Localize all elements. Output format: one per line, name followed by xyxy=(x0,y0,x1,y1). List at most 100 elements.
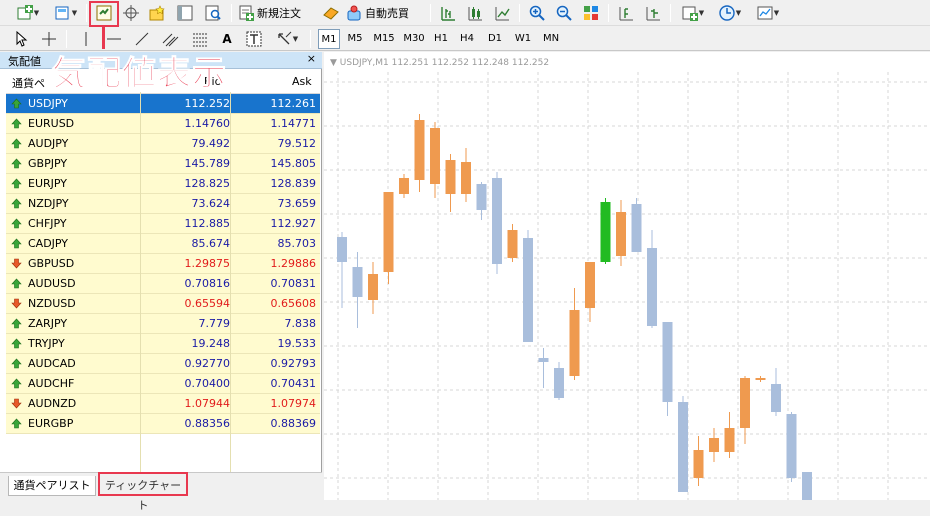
star-folder-icon xyxy=(149,5,165,21)
candle-body xyxy=(461,162,471,194)
toolbar-separator xyxy=(430,4,431,22)
cursor-button[interactable] xyxy=(12,29,32,49)
profiles-button[interactable]: ▼ xyxy=(50,3,82,23)
market-watch-panel: 気配値 × 通貨ペ Bid Ask USDJPY 112.252 112.261 EU… xyxy=(0,52,322,512)
navigator-button[interactable] xyxy=(146,3,168,23)
candle-body xyxy=(430,128,440,184)
candle-body xyxy=(337,237,347,262)
annotation-label: 気配値表示 xyxy=(52,54,227,95)
dropdown-arrow-icon: ▼ xyxy=(735,9,742,17)
strategy-tester-button[interactable] xyxy=(202,3,224,23)
terminal-button[interactable] xyxy=(174,3,196,23)
close-icon[interactable]: × xyxy=(307,52,316,65)
symbol-cell: AUDUSD xyxy=(28,277,76,290)
text-label-button[interactable] xyxy=(244,29,264,49)
text-a-icon: A xyxy=(222,32,232,46)
timeframe-d1[interactable]: D1 xyxy=(484,29,506,49)
line-chart-button[interactable] xyxy=(491,3,513,23)
column-header-ask[interactable]: Ask xyxy=(292,75,312,88)
horizontal-line-icon xyxy=(107,38,121,40)
timeframe-m1[interactable]: M1 xyxy=(318,29,340,49)
new-order-label: 新規注文 xyxy=(257,7,301,20)
indicators-button[interactable]: ▼ xyxy=(677,3,709,23)
bid-cell: 128.825 xyxy=(184,177,231,190)
symbol-cell: ZARJPY xyxy=(28,317,68,330)
timeframe-m5[interactable]: M5 xyxy=(344,29,366,49)
timeframe-m30[interactable]: M30 xyxy=(400,29,428,49)
table-row[interactable]: GBPUSD 1.29875 1.29886 xyxy=(6,254,320,274)
new-order-button[interactable]: 新規注文 xyxy=(238,3,314,23)
ask-cell: 128.839 xyxy=(270,177,317,190)
data-window-button[interactable] xyxy=(120,3,142,23)
dropdown-arrow-icon: ▼ xyxy=(292,35,299,43)
templates-button[interactable]: ▼ xyxy=(752,3,784,23)
up-arrow-icon xyxy=(11,118,22,129)
periodicity-button[interactable]: ▼ xyxy=(714,3,746,23)
table-row[interactable]: TRYJPY 19.248 19.533 xyxy=(6,334,320,354)
arrows-icon xyxy=(278,31,292,45)
chart-canvas[interactable] xyxy=(324,52,930,500)
table-row[interactable]: EURUSD 1.14760 1.14771 xyxy=(6,114,320,134)
meta-editor-button[interactable] xyxy=(320,3,342,23)
auto-scroll-button[interactable] xyxy=(615,3,637,23)
arrows-button[interactable]: ▼ xyxy=(272,29,302,49)
table-row[interactable]: EURGBP 0.88356 0.88369 xyxy=(6,414,320,434)
up-arrow-icon xyxy=(11,418,22,429)
candle-body xyxy=(352,267,363,297)
bid-cell: 112.252 xyxy=(184,97,231,110)
timeframe-mn[interactable]: MN xyxy=(538,29,564,49)
table-row[interactable]: ZARJPY 7.779 7.838 xyxy=(6,314,320,334)
zoom-out-button[interactable] xyxy=(553,3,575,23)
table-row[interactable]: NZDJPY 73.624 73.659 xyxy=(6,194,320,214)
auto-trading-label: 自動売買 xyxy=(365,7,409,20)
timeframe-h1[interactable]: H1 xyxy=(430,29,452,49)
up-arrow-icon xyxy=(11,158,22,169)
timeframe-h4[interactable]: H4 xyxy=(456,29,478,49)
zoom-in-button[interactable] xyxy=(526,3,548,23)
up-arrow-icon xyxy=(11,198,22,209)
timeframe-w1[interactable]: W1 xyxy=(512,29,534,49)
candle-body xyxy=(693,450,704,478)
down-arrow-icon xyxy=(11,258,22,269)
table-row[interactable]: AUDNZD 1.07944 1.07974 xyxy=(6,394,320,414)
chart-title-arrow-icon: ▼ xyxy=(330,58,340,68)
up-arrow-icon xyxy=(11,338,22,349)
candle-body xyxy=(569,310,580,376)
candle-body xyxy=(662,322,673,402)
up-arrow-icon xyxy=(11,238,22,249)
new-chart-button[interactable]: ▼ xyxy=(12,3,44,23)
table-row[interactable]: NZDUSD 0.65594 0.65608 xyxy=(6,294,320,314)
column-header-symbol[interactable]: 通貨ペ xyxy=(12,75,45,91)
chart-window[interactable]: ▼ USDJPY,M1 112.251 112.252 112.248 112.… xyxy=(324,52,930,500)
candle-body xyxy=(647,248,657,326)
auto-trading-button[interactable]: 自動売買 xyxy=(346,3,422,23)
table-row[interactable]: USDJPY 112.252 112.261 xyxy=(6,94,320,114)
chart-shift-button[interactable] xyxy=(642,3,664,23)
table-row[interactable]: CADJPY 85.674 85.703 xyxy=(6,234,320,254)
cursor-arrow-icon xyxy=(16,31,28,47)
table-row[interactable]: AUDUSD 0.70816 0.70831 xyxy=(6,274,320,294)
toolbar-separator xyxy=(231,4,232,22)
chart-title-text: USDJPY,M1 112.251 112.252 112.248 112.25… xyxy=(339,58,550,68)
new-order-icon xyxy=(239,5,254,21)
table-row[interactable]: AUDCAD 0.92770 0.92793 xyxy=(6,354,320,374)
table-row[interactable]: CHFJPY 112.885 112.927 xyxy=(6,214,320,234)
dropdown-arrow-icon: ▼ xyxy=(71,9,78,17)
trendline-icon xyxy=(135,32,149,46)
tab-symbols[interactable]: 通貨ペアリスト xyxy=(8,476,96,496)
bar-chart-button[interactable] xyxy=(437,3,459,23)
candle-body xyxy=(538,358,549,362)
candle-body xyxy=(755,378,766,380)
table-row[interactable]: AUDJPY 79.492 79.512 xyxy=(6,134,320,154)
candlestick-button[interactable] xyxy=(464,3,486,23)
tile-windows-button[interactable] xyxy=(580,3,602,23)
table-row[interactable]: EURJPY 128.825 128.839 xyxy=(6,174,320,194)
up-arrow-icon xyxy=(11,178,22,189)
timeframe-m15[interactable]: M15 xyxy=(370,29,398,49)
down-arrow-icon xyxy=(11,398,22,409)
candle-body xyxy=(585,262,595,308)
ask-cell: 79.512 xyxy=(277,137,317,150)
table-row[interactable]: AUDCHF 0.70400 0.70431 xyxy=(6,374,320,394)
table-row[interactable]: GBPJPY 145.789 145.805 xyxy=(6,154,320,174)
bid-cell: 79.492 xyxy=(191,137,231,150)
